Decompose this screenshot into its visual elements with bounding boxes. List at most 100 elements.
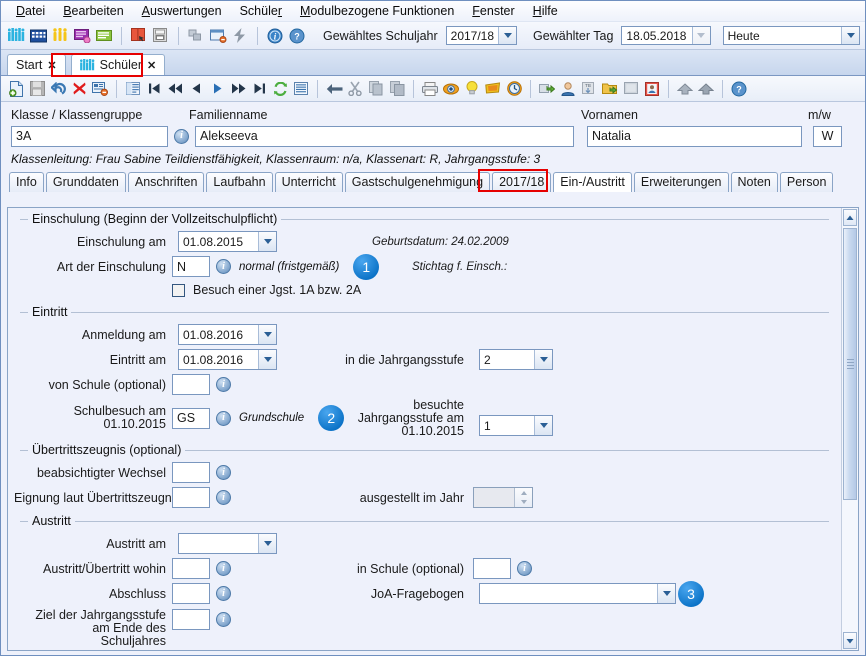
- von-schule-input[interactable]: [172, 374, 210, 395]
- chevron-down-icon[interactable]: [841, 27, 859, 44]
- chevron-down-icon[interactable]: [258, 232, 276, 251]
- chevron-down-icon[interactable]: [258, 325, 276, 344]
- scrollbar-thumb[interactable]: [843, 228, 857, 500]
- scroll-up-button[interactable]: [843, 209, 857, 226]
- chevron-down-icon[interactable]: [534, 350, 552, 369]
- in-jahrgangsstufe-combo[interactable]: 2: [479, 349, 553, 370]
- print-icon[interactable]: [420, 80, 440, 98]
- tab-grunddaten[interactable]: Grunddaten: [45, 172, 126, 192]
- idea-icon[interactable]: [462, 80, 482, 98]
- jgst-checkbox[interactable]: [172, 283, 185, 297]
- clock-icon[interactable]: [504, 80, 524, 98]
- students-group-icon[interactable]: [6, 27, 26, 45]
- chevron-down-icon[interactable]: [657, 584, 675, 603]
- undo-icon[interactable]: [48, 80, 68, 98]
- gender-input[interactable]: W: [813, 125, 842, 147]
- window-tab-start[interactable]: Start ✕: [7, 54, 66, 75]
- info-icon[interactable]: i: [517, 561, 532, 576]
- school-building-icon[interactable]: [28, 27, 48, 45]
- paste-icon[interactable]: [387, 80, 407, 98]
- close-icon[interactable]: ✕: [47, 59, 56, 72]
- delete-icon[interactable]: [69, 80, 89, 98]
- window-close-icon[interactable]: [208, 27, 228, 45]
- anmeldung-date-combo[interactable]: 01.08.2016: [178, 324, 277, 345]
- cut-icon[interactable]: [345, 80, 365, 98]
- refresh-icon[interactable]: [270, 80, 290, 98]
- schoolyear-combo[interactable]: 2017/18: [445, 26, 518, 45]
- prev-record-icon[interactable]: [186, 80, 206, 98]
- einschulung-date-combo[interactable]: 01.08.2015: [178, 231, 277, 252]
- next-record-icon[interactable]: [207, 80, 227, 98]
- help-icon[interactable]: ?: [729, 80, 749, 98]
- menu-item-hilfe[interactable]: Hilfe: [524, 2, 567, 20]
- menu-item-schueler[interactable]: Schüler: [231, 2, 291, 20]
- info-icon[interactable]: i: [216, 561, 231, 576]
- scroll-down-button[interactable]: [843, 632, 857, 649]
- chevron-down-icon[interactable]: [691, 27, 710, 44]
- tab-2017-18[interactable]: 2017/18: [492, 172, 552, 192]
- person-icon[interactable]: [558, 80, 578, 98]
- menu-item-modulbezogene-funktionen[interactable]: Modulbezogene Funktionen: [291, 2, 463, 20]
- filter-icon[interactable]: [483, 80, 503, 98]
- message-green-icon[interactable]: [94, 27, 114, 45]
- up-merge-icon[interactable]: [675, 80, 695, 98]
- modules-icon[interactable]: [186, 27, 206, 45]
- up-merge2-icon[interactable]: [696, 80, 716, 98]
- window-tab-schueler[interactable]: Schüler ✕: [70, 54, 166, 75]
- list-view-icon[interactable]: [123, 80, 143, 98]
- back-arrow-icon[interactable]: [324, 80, 344, 98]
- menu-item-auswertungen[interactable]: Auswertungen: [133, 2, 231, 20]
- tab-noten[interactable]: Noten: [730, 172, 778, 192]
- lastname-input[interactable]: Alekseeva: [195, 125, 574, 147]
- chevron-down-icon[interactable]: [258, 534, 276, 553]
- tab-ein-austritt[interactable]: Ein-/Austritt: [553, 172, 632, 192]
- eintritt-date-combo[interactable]: 01.08.2016: [178, 349, 277, 370]
- spinner-buttons[interactable]: [514, 488, 532, 507]
- info-icon[interactable]: i: [216, 586, 231, 601]
- persons-icon[interactable]: [50, 27, 70, 45]
- info-icon[interactable]: i: [216, 490, 231, 505]
- cancel-edit-icon[interactable]: [90, 80, 110, 98]
- menu-item-bearbeiten[interactable]: Bearbeiten: [54, 2, 132, 20]
- tab-laufbahn[interactable]: Laufbahn: [206, 172, 273, 192]
- copy-icon[interactable]: [366, 80, 386, 98]
- report-book-icon[interactable]: [129, 27, 149, 45]
- wechsel-input[interactable]: [172, 462, 210, 483]
- chevron-down-icon[interactable]: [498, 27, 517, 44]
- preview-icon[interactable]: [441, 80, 461, 98]
- eignung-input[interactable]: [172, 487, 210, 508]
- lightning-icon[interactable]: [230, 27, 250, 45]
- close-icon[interactable]: ✕: [147, 59, 156, 72]
- info-icon[interactable]: i: [265, 27, 285, 45]
- austritt-date-combo[interactable]: [178, 533, 277, 554]
- message-purple-icon[interactable]: [72, 27, 92, 45]
- new-record-icon[interactable]: [6, 80, 26, 98]
- printer-report-icon[interactable]: [151, 27, 171, 45]
- tab-gastschulgenehmigung[interactable]: Gastschulgenehmigung: [344, 172, 491, 192]
- folder-export-icon[interactable]: [600, 80, 620, 98]
- abschluss-input[interactable]: [172, 583, 210, 604]
- firstname-input[interactable]: Natalia: [587, 125, 802, 147]
- ziel-jgst-input[interactable]: [172, 609, 210, 630]
- tab-person[interactable]: Person: [779, 172, 834, 192]
- tab-info[interactable]: Info: [9, 172, 44, 192]
- art-einschulung-input[interactable]: N: [172, 256, 210, 277]
- info-icon[interactable]: i: [216, 377, 231, 392]
- info-icon[interactable]: i: [216, 465, 231, 480]
- chevron-down-icon[interactable]: [258, 350, 276, 369]
- today-combo[interactable]: Heute: [722, 26, 860, 45]
- selectedday-combo[interactable]: 18.05.2018: [621, 26, 711, 45]
- info-icon[interactable]: i: [216, 259, 231, 274]
- ausgestellt-jahr-spinner[interactable]: [473, 487, 533, 508]
- info-icon[interactable]: i: [216, 612, 231, 627]
- spinner-down-icon[interactable]: [515, 498, 532, 508]
- photo-icon[interactable]: [642, 80, 662, 98]
- tab-unterricht[interactable]: Unterricht: [274, 172, 343, 192]
- info-icon[interactable]: i: [216, 410, 231, 426]
- in-schule-input[interactable]: [473, 558, 511, 579]
- spinner-up-icon[interactable]: [515, 488, 532, 498]
- austritt-wohin-input[interactable]: [172, 558, 210, 579]
- last-record-icon[interactable]: [249, 80, 269, 98]
- vertical-scrollbar[interactable]: [841, 208, 858, 650]
- export-icon[interactable]: [537, 80, 557, 98]
